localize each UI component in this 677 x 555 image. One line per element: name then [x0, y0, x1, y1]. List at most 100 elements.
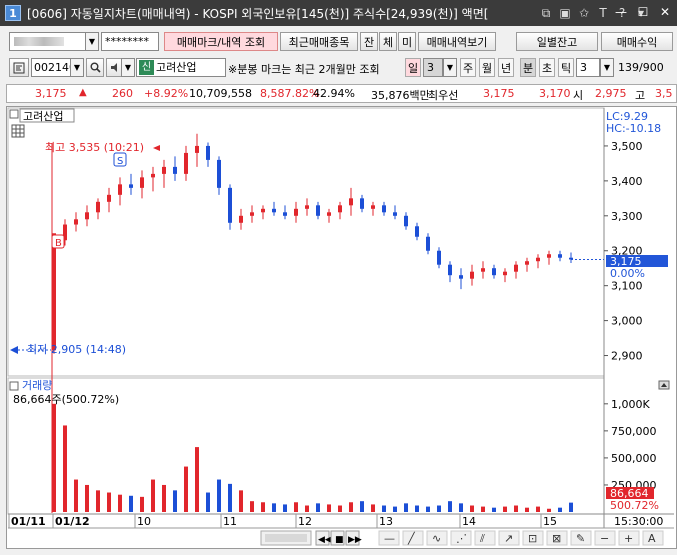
- stock-name-field[interactable]: 신 고려산업: [136, 58, 226, 77]
- hc-label: HC:-10.18: [606, 122, 661, 135]
- trade-history-button[interactable]: 매매내역보기: [418, 32, 496, 51]
- zoom-in-icon[interactable]: +: [618, 530, 640, 546]
- trend-tool-icon[interactable]: ╱: [402, 530, 424, 546]
- playback-controls[interactable]: ◀◀ ■ ▶▶: [315, 530, 362, 546]
- volume-bar: [162, 484, 166, 512]
- stock-search-icon[interactable]: [9, 58, 29, 77]
- svg-text:∿: ∿: [432, 532, 441, 545]
- volume-bar: [426, 506, 430, 512]
- volume-bar: [536, 506, 540, 512]
- candle-body: [415, 226, 419, 237]
- volume-tick-label: 1,000K: [611, 398, 650, 411]
- candle-body: [173, 166, 177, 174]
- svg-text:—: —: [384, 532, 395, 545]
- stock-code-input[interactable]: 002140: [31, 58, 76, 77]
- tile-icon[interactable]: ▣: [558, 6, 572, 20]
- volume-bar: [492, 507, 496, 512]
- delete-tool-icon[interactable]: ⊠: [546, 530, 568, 546]
- period-tab-week[interactable]: 주: [460, 58, 476, 77]
- period-tab-year[interactable]: 년: [498, 58, 514, 77]
- svg-text:⫽: ⫽: [479, 532, 485, 545]
- eraser-tool-icon[interactable]: ✎: [570, 530, 592, 546]
- volume-bar: [294, 502, 298, 512]
- arrow-tool-icon[interactable]: ↗: [498, 530, 520, 546]
- period-tab-second[interactable]: 초: [539, 58, 555, 77]
- volume-bar: [261, 502, 265, 512]
- line-tool-icon[interactable]: —: [378, 530, 400, 546]
- sound-dropdown-chevron-down-icon[interactable]: ▼: [121, 58, 135, 77]
- text-size-icon[interactable]: A: [642, 530, 664, 546]
- volume-bar: [459, 503, 463, 512]
- volume-bar: [272, 503, 276, 512]
- volume-tick-label: 750,000: [611, 425, 657, 438]
- candle-body: [459, 275, 463, 279]
- chart-area[interactable]: 고려산업 LC:9.29 HC:-10.18 3,500 3,400 3,300 3,…: [6, 106, 677, 549]
- text-tool-icon[interactable]: ⊡: [522, 530, 544, 546]
- volume-bar: [250, 501, 254, 512]
- time-tick-label: 11: [223, 515, 237, 528]
- price-tick-label: 3,500: [611, 140, 643, 153]
- unexecuted-button[interactable]: 미: [398, 32, 416, 51]
- svg-text:⋰: ⋰: [456, 532, 467, 545]
- chart-scrollbar[interactable]: [260, 530, 312, 546]
- candle-body: [393, 212, 397, 216]
- volume-bar: [316, 503, 320, 512]
- time-tick-label: 10: [137, 515, 151, 528]
- day-count-chevron-down-icon[interactable]: ▼: [443, 58, 457, 77]
- stock-name: 고려산업: [156, 61, 197, 74]
- zoom-out-icon[interactable]: −: [594, 530, 616, 546]
- candlestick-chart[interactable]: 고려산업 LC:9.29 HC:-10.18 3,5003,4003,3003,…: [7, 107, 676, 548]
- wave-tool-icon[interactable]: ∿: [426, 530, 448, 546]
- volume-bar: [371, 504, 375, 512]
- candle-body: [448, 264, 452, 276]
- volume-bar: [195, 447, 199, 512]
- balance-button[interactable]: 잔: [360, 32, 378, 51]
- trade-mark-query-button[interactable]: 매매마크/내역 조회: [164, 32, 278, 51]
- period-tab-tick[interactable]: 틱: [558, 58, 574, 77]
- price-tick-label: 3,300: [611, 210, 643, 223]
- period-tab-day[interactable]: 일: [405, 58, 421, 77]
- candle-body: [338, 205, 342, 213]
- trade-profit-button[interactable]: 매매수익: [601, 32, 673, 51]
- code-dropdown-chevron-down-icon[interactable]: ▼: [70, 58, 84, 77]
- minimize-button[interactable]: —: [613, 4, 629, 20]
- period-tab-month[interactable]: 월: [479, 58, 495, 77]
- volume-bar: [503, 506, 507, 512]
- volume-bar: [173, 490, 177, 512]
- turnover-rate: 42.94%: [313, 87, 355, 100]
- text-icon[interactable]: T: [596, 6, 610, 20]
- volume-label: 거래량: [22, 379, 52, 392]
- search-icon[interactable]: [86, 58, 104, 77]
- recent-trades-button[interactable]: 최근매매종목: [280, 32, 358, 51]
- priority-label: 최우선: [428, 89, 459, 102]
- volume-bar: [118, 494, 122, 512]
- volume-bar: [514, 505, 518, 512]
- star-icon[interactable]: ✩: [577, 6, 591, 20]
- candle-body: [151, 173, 155, 178]
- password-input[interactable]: ********: [101, 32, 159, 51]
- candle-body: [74, 219, 78, 225]
- current-volume-pct: 500.72%: [610, 499, 659, 512]
- up-triangle-icon: ▲: [79, 87, 87, 98]
- volume-bar: [360, 501, 364, 512]
- fibo-tool-icon[interactable]: ⋰: [450, 530, 472, 546]
- volume-bar: [206, 492, 210, 512]
- buy-mark[interactable]: B: [51, 234, 65, 249]
- sell-mark[interactable]: S: [113, 152, 127, 167]
- executed-button[interactable]: 체: [379, 32, 397, 51]
- masked-account-number: [14, 37, 64, 46]
- interval-chevron-down-icon[interactable]: ▼: [600, 58, 614, 77]
- channel-tool-icon[interactable]: ⫽: [474, 530, 496, 546]
- open-label: 시: [573, 89, 584, 102]
- link-icon[interactable]: ⧉: [539, 6, 553, 20]
- daily-balance-button[interactable]: 일별잔고: [516, 32, 598, 51]
- volume-bar: [228, 483, 232, 512]
- period-tab-minute[interactable]: 분: [520, 58, 536, 77]
- interval-select[interactable]: 3: [576, 58, 600, 77]
- time-tick-label: 01/11: [11, 515, 46, 528]
- account-dropdown-chevron-down-icon[interactable]: ▼: [85, 32, 99, 51]
- close-button[interactable]: ✕: [657, 4, 673, 20]
- maximize-button[interactable]: ☐: [635, 4, 651, 20]
- time-tick-label: 01/12: [55, 515, 90, 528]
- day-count-select[interactable]: 3: [423, 58, 443, 77]
